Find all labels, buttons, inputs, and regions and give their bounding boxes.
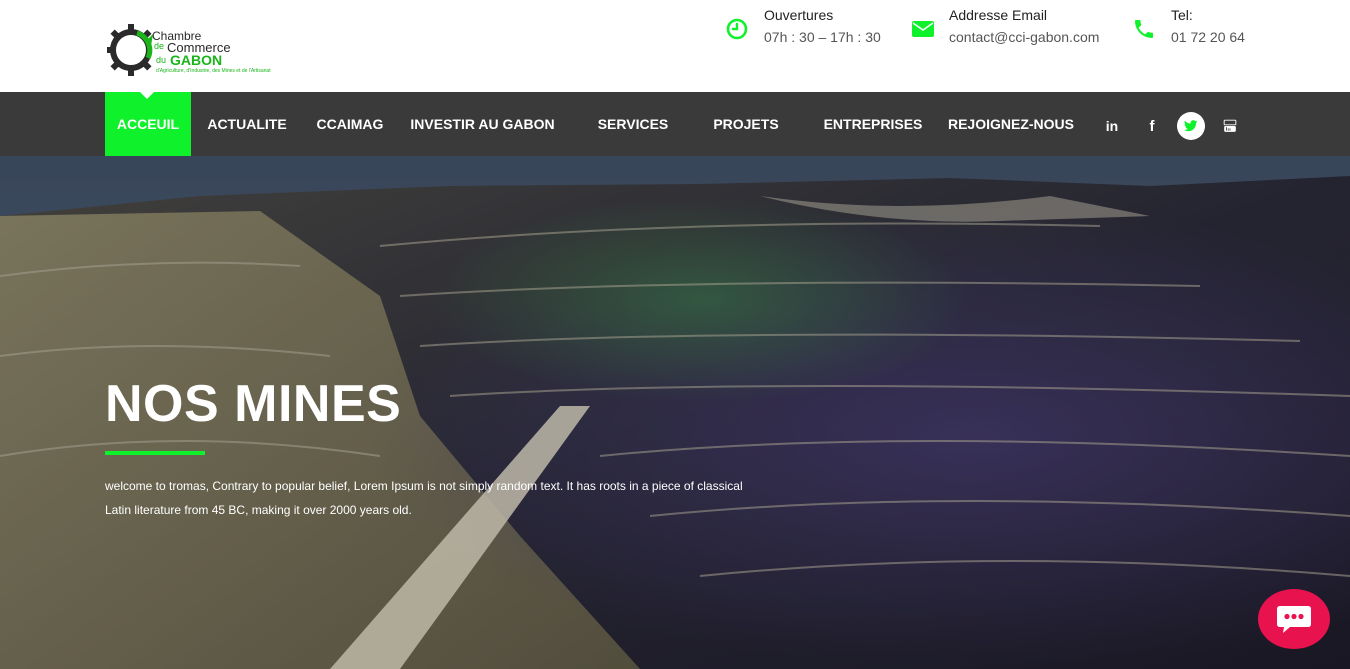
phone-info: Tel: 01 72 20 64 (1132, 7, 1262, 51)
active-indicator (140, 92, 154, 99)
hours-value: 07h : 30 – 17h : 30 (764, 29, 881, 45)
youtube-icon[interactable] (1216, 112, 1244, 140)
nav-item-ccaimag[interactable]: CCAIMAG (310, 92, 390, 156)
hero-banner: NOS MINES welcome to tromas, Contrary to… (0, 156, 1350, 669)
twitter-icon[interactable] (1177, 112, 1205, 140)
nav-item-entreprises[interactable]: ENTREPRISES (820, 92, 926, 156)
nav-item-acceuil[interactable]: ACCEUIL (105, 92, 191, 156)
linkedin-icon[interactable]: in (1098, 112, 1126, 140)
nav-item-services[interactable]: SERVICES (590, 92, 676, 156)
facebook-icon[interactable]: f (1138, 112, 1166, 140)
hours-info: Ouvertures 07h : 30 – 17h : 30 (725, 7, 895, 51)
email-label: Addresse Email (949, 7, 1048, 23)
logo-tagline: d'Agriculture, d'Industrie, des Mines et… (156, 68, 271, 74)
email-value[interactable]: contact@cci-gabon.com (949, 29, 1099, 45)
nav-item-rejoignez-nous[interactable]: REJOIGNEZ-NOUS (945, 92, 1077, 156)
twitter-bird-icon (1184, 120, 1198, 132)
nav-item-investir-au-gabon[interactable]: INVESTIR AU GABON (410, 92, 555, 156)
phone-value[interactable]: 01 72 20 64 (1171, 29, 1245, 45)
envelope-icon (912, 21, 934, 37)
logo-line-gabon: GABON (170, 52, 223, 68)
phone-label: Tel: (1171, 7, 1193, 23)
gear-logo-icon (107, 24, 153, 76)
phone-icon (1135, 20, 1153, 38)
logo-line-du: du (156, 55, 167, 65)
logo[interactable]: Chambre de Commerce du GABON d'Agricultu… (107, 20, 271, 80)
chat-widget-button[interactable] (1258, 589, 1330, 649)
hero-title: NOS MINES (105, 375, 402, 433)
chat-bubble-icon (1277, 606, 1311, 633)
nav-item-actualite[interactable]: ACTUALITE (203, 92, 291, 156)
youtube-logo-icon (1223, 119, 1237, 132)
hero-title-underline (105, 451, 205, 455)
hours-label: Ouvertures (764, 7, 834, 23)
logo-line-de: de (154, 41, 165, 51)
clock-icon (726, 18, 748, 40)
hero-description: welcome to tromas, Contrary to popular b… (105, 479, 743, 517)
email-info: Addresse Email contact@cci-gabon.com (910, 7, 1110, 51)
nav-item-projets[interactable]: PROJETS (705, 92, 787, 156)
top-header: Chambre de Commerce du GABON d'Agricultu… (0, 0, 1350, 92)
